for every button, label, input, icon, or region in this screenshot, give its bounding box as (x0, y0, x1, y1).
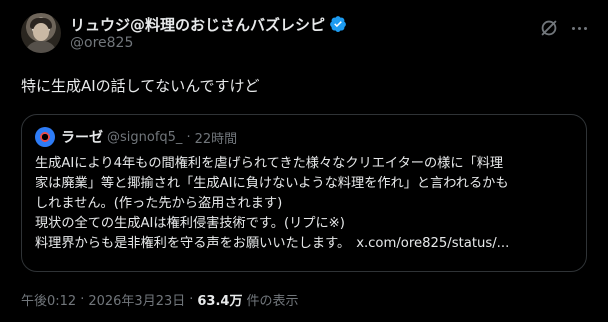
quote-line-with-link: 料理界からも是非権利を守る声をお願いいたします。 x.com/ore825/sta… (35, 234, 575, 254)
more-dot (577, 26, 581, 30)
verified-badge-icon (330, 16, 346, 32)
more-dot (571, 26, 575, 30)
quote-line: しれません。(作った先から盗用されます) (35, 196, 283, 211)
author-handle[interactable]: @ore825 (70, 35, 133, 51)
post-date[interactable]: 2026年3月23日 (88, 290, 185, 309)
quote-link[interactable]: x.com/ore825/status/... (356, 236, 509, 251)
meta-separator: · (80, 292, 85, 307)
grok-icon[interactable] (538, 17, 560, 39)
tweet: リュウジ@料理のおじさんバズレシピ @ore825 特に生成AIの話してないんで… (0, 0, 608, 322)
quote-separator: · (186, 129, 191, 145)
quote-display-name: ラーゼ (61, 130, 103, 146)
author-name-row: リュウジ@料理のおじさんバズレシピ (70, 14, 347, 34)
tweet-text: 特に生成AIの話してないんですけど (21, 77, 260, 95)
quote-body: 生成AIにより4年もの間権利を虐げられてきた様々なクリエイターの様に「料理 家は… (35, 154, 575, 254)
author-display-name[interactable]: リュウジ@料理のおじさんバズレシピ (70, 14, 325, 35)
quoted-tweet[interactable]: ラーゼ @signofq5_ · 22時間 生成AIにより4年もの間権利を虐げら… (21, 114, 587, 272)
view-count-label: 件の表示 (246, 294, 299, 309)
quote-line: 家は廃業」等と揶揄され「生成AIに負けないような料理を作れ」と言われるかも (35, 176, 509, 191)
avatar-face (33, 23, 49, 41)
quote-line: 料理界からも是非権利を守る声をお願いいたします。 (35, 236, 351, 251)
quote-line: 生成AIにより4年もの間権利を虐げられてきた様々なクリエイターの様に「料理 (35, 156, 504, 171)
quote-timestamp: 22時間 (194, 131, 238, 147)
quote-line: 現状の全ての生成AIは権利侵害技術です。(リプに※) (35, 216, 345, 231)
quote-header: ラーゼ @signofq5_ · 22時間 (35, 127, 237, 147)
quote-user-avatar (35, 127, 55, 147)
view-count: 63.4万 (197, 294, 243, 309)
more-dot (583, 26, 587, 30)
quote-handle: @signofq5_ (107, 129, 183, 145)
meta-separator: · (189, 292, 194, 307)
user-avatar[interactable] (21, 13, 61, 53)
avatar-body (25, 41, 57, 53)
more-options-icon[interactable] (568, 17, 590, 39)
post-time[interactable]: 午後0:12 (21, 290, 76, 309)
tweet-metadata: 午後0:12 · 2026年3月23日 · 63.4万 件の表示 (21, 290, 298, 309)
